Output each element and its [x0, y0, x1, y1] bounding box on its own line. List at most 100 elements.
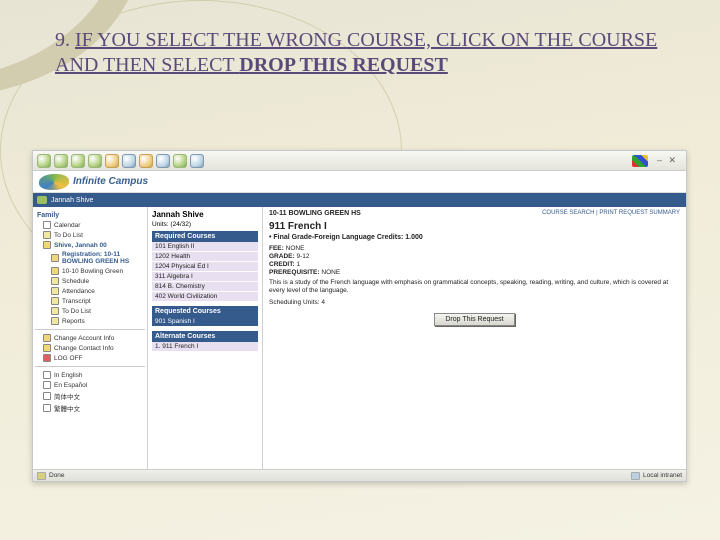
sidebar-item-lang-zh2[interactable]: 繁體中文: [35, 402, 145, 414]
sidebar-label: Shive, Jannah 00: [54, 242, 107, 249]
sidebar-item-calendar[interactable]: Calendar: [35, 220, 145, 230]
browser-window: – ✕ Infinite Campus Jannah Shive Family …: [32, 150, 687, 482]
sidebar-label: 繁體中文: [54, 403, 80, 413]
sidebar-item-reports[interactable]: Reports: [35, 316, 145, 326]
sched-units: Scheduling Units: 4: [269, 299, 680, 306]
sidebar-item-lang-es[interactable]: En Español: [35, 380, 145, 390]
list-icon: [43, 231, 51, 239]
label: GRADE:: [269, 253, 295, 260]
done-icon: [37, 472, 46, 480]
window-controls[interactable]: – ✕: [657, 155, 678, 166]
sidebar-item-todo[interactable]: To Do List: [35, 230, 145, 240]
course-subtitle: • Final Grade-Foreign Language Credits: …: [269, 234, 680, 241]
sidebar-label: Calendar: [54, 222, 80, 229]
sidebar-label: 10-10 Bowling Green: [62, 268, 123, 275]
sidebar-item-schedule[interactable]: Schedule: [35, 276, 145, 286]
folder-icon: [51, 267, 59, 275]
grade-line: GRADE: 9-12: [269, 253, 680, 260]
drop-this-request-button[interactable]: Drop This Request: [434, 313, 514, 326]
sidebar-label: 简体中文: [54, 391, 80, 401]
stop-icon[interactable]: [71, 154, 85, 168]
favorites-icon[interactable]: [139, 154, 153, 168]
sidebar-label: Schedule: [62, 278, 89, 285]
school-name: 10-11 BOWLING GREEN HS: [269, 210, 361, 217]
sidebar-label: In English: [54, 372, 83, 379]
required-courses-header: Required Courses: [152, 231, 258, 242]
history-icon[interactable]: [156, 154, 170, 168]
detail-links[interactable]: COURSE SEARCH | PRINT REQUEST SUMMARY: [542, 210, 680, 217]
sidebar-item-transcript[interactable]: Transcript: [35, 296, 145, 306]
sidebar-label: Change Contact Info: [54, 345, 114, 352]
print-icon[interactable]: [190, 154, 204, 168]
fee-line: FEE: NONE: [269, 245, 680, 252]
sidebar: Family Calendar To Do List Shive, Jannah…: [33, 207, 148, 469]
browser-toolbar: – ✕: [33, 151, 686, 171]
doc-icon: [51, 317, 59, 325]
course-list-panel: Jannah Shive Units: (24/32) Required Cou…: [148, 207, 263, 469]
course-row[interactable]: 814 B. Chemistry: [152, 282, 258, 292]
doc-icon: [51, 287, 59, 295]
sidebar-item-registration[interactable]: Registration: 10-11 BOWLING GREEN HS: [35, 250, 145, 266]
back-icon[interactable]: [37, 154, 51, 168]
gear-icon: [43, 344, 51, 352]
sidebar-label: Transcript: [62, 298, 91, 305]
sidebar-item-student[interactable]: Shive, Jannah 00: [35, 240, 145, 250]
doc-icon: [51, 307, 59, 315]
sidebar-label: To Do List: [54, 232, 83, 239]
sidebar-item-lang-zh1[interactable]: 简体中文: [35, 390, 145, 402]
lang-icon: [43, 392, 51, 400]
course-row[interactable]: 1202 Health: [152, 252, 258, 262]
sidebar-label: Change Account Info: [54, 335, 114, 342]
sidebar-item-attendance[interactable]: Attendance: [35, 286, 145, 296]
detail-topbar: 10-11 BOWLING GREEN HS COURSE SEARCH | P…: [269, 210, 680, 217]
course-row[interactable]: 402 World Civilization: [152, 292, 258, 302]
requested-courses-header: Requested Courses: [152, 306, 258, 317]
gear-icon: [43, 334, 51, 342]
home-icon[interactable]: [105, 154, 119, 168]
user-tab-label: Jannah Shive: [51, 197, 93, 204]
value: NONE: [286, 245, 305, 252]
course-detail-panel: 10-11 BOWLING GREEN HS COURSE SEARCH | P…: [263, 207, 686, 469]
course-row[interactable]: 1204 Physical Ed I: [152, 262, 258, 272]
forward-icon[interactable]: [54, 154, 68, 168]
instruction-bold: DROP THIS REQUEST: [239, 54, 448, 76]
course-row[interactable]: 101 English II: [152, 242, 258, 252]
course-title: 911 French I: [269, 221, 680, 232]
sidebar-item-lang-en[interactable]: In English: [35, 370, 145, 380]
label: PREREQUISITE:: [269, 269, 320, 276]
value: 9-12: [296, 253, 309, 260]
student-name: Jannah Shive: [152, 210, 258, 219]
course-row-selected[interactable]: 901 Spanish I: [152, 317, 258, 327]
label: FEE:: [269, 245, 284, 252]
sidebar-item-logoff[interactable]: LOG OFF: [35, 353, 145, 363]
sidebar-item-y10[interactable]: 10-10 Bowling Green: [35, 266, 145, 276]
instruction-number: 9.: [55, 29, 70, 51]
sidebar-label: En Español: [54, 382, 87, 389]
lang-icon: [43, 371, 51, 379]
course-row[interactable]: 311 Algebra I: [152, 272, 258, 282]
doc-icon: [51, 277, 59, 285]
refresh-icon[interactable]: [88, 154, 102, 168]
windows-flag-icon: [632, 155, 648, 167]
app-logo-text: Infinite Campus: [73, 176, 148, 187]
divider: [35, 329, 145, 330]
sidebar-item-todo2[interactable]: To Do List: [35, 306, 145, 316]
sidebar-header-family: Family: [37, 212, 145, 219]
search-icon[interactable]: [122, 154, 136, 168]
sidebar-item-change-contact[interactable]: Change Contact Info: [35, 343, 145, 353]
divider: [35, 366, 145, 367]
sidebar-item-change-account[interactable]: Change Account Info: [35, 333, 145, 343]
credit-line: CREDIT: 1: [269, 261, 680, 268]
sidebar-label: LOG OFF: [54, 355, 83, 362]
status-right: Local intranet: [643, 472, 682, 479]
lang-icon: [43, 381, 51, 389]
infinite-campus-logo-icon: [39, 174, 69, 190]
course-row[interactable]: 1. 911 French I: [152, 342, 258, 352]
course-description: This is a study of the French language w…: [269, 279, 680, 296]
calendar-icon: [43, 221, 51, 229]
app-logo-row: Infinite Campus: [33, 171, 686, 193]
mail-icon[interactable]: [173, 154, 187, 168]
status-bar: Done Local intranet: [33, 469, 686, 481]
logoff-icon: [43, 354, 51, 362]
sidebar-label: Reports: [62, 318, 85, 325]
